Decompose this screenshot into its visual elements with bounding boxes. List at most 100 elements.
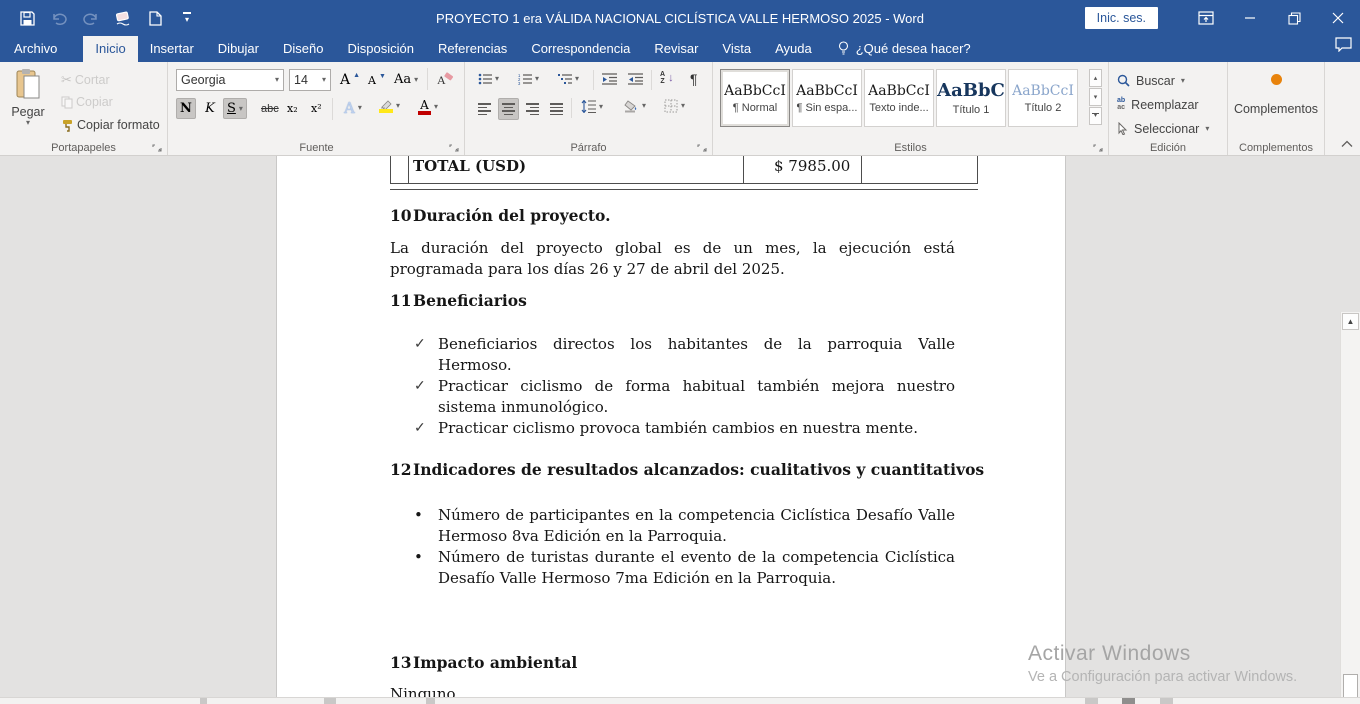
grow-font-button[interactable]: A▲ [337, 70, 363, 90]
italic-button[interactable]: K [201, 99, 219, 118]
list-item[interactable]: ✓Practicar ciclismo provoca también camb… [438, 418, 955, 439]
justify-button[interactable] [547, 99, 566, 119]
parrafo-dialog-launcher-icon[interactable] [697, 141, 709, 153]
addin-dot-icon [1271, 74, 1282, 85]
paragraph-duracion[interactable]: La duración del proyecto global es de un… [390, 238, 955, 280]
styles-scroll-down-button[interactable]: ▾ [1089, 88, 1102, 106]
fuente-dialog-launcher-icon[interactable] [449, 141, 461, 153]
style-label: Título 1 [953, 104, 990, 116]
view-read-mode-button[interactable] [1085, 698, 1098, 704]
section-heading-10[interactable]: 10Duración del proyecto. [390, 206, 955, 225]
view-print-layout-button[interactable] [1122, 698, 1135, 704]
tab-ayuda[interactable]: Ayuda [763, 36, 824, 62]
multilevel-list-button[interactable]: ▾ [555, 71, 582, 87]
section-heading-13[interactable]: 13Impacto ambiental [390, 653, 955, 672]
style-titulo-2[interactable]: AaBbCcI Título 2 [1008, 69, 1078, 127]
scrollbar-thumb[interactable] [1343, 674, 1358, 697]
paragraph-ninguno[interactable]: Ninguno. [390, 684, 955, 697]
vertical-scrollbar[interactable]: ▲ ▼ [1340, 312, 1360, 697]
decrease-indent-button[interactable] [599, 71, 620, 87]
tab-archivo[interactable]: Archivo [0, 36, 69, 62]
copy-button[interactable]: Copiar [58, 93, 116, 111]
styles-gallery-more-button[interactable]: ▾ [1089, 107, 1102, 125]
bullets-button[interactable]: ▾ [475, 71, 502, 87]
estilos-dialog-launcher-icon[interactable] [1093, 141, 1105, 153]
styles-scroll-up-button[interactable]: ▴ [1089, 69, 1102, 87]
increase-indent-button[interactable] [625, 71, 646, 87]
highlight-color-button[interactable]: ▾ [376, 97, 403, 115]
scroll-up-button[interactable]: ▲ [1342, 313, 1359, 330]
tell-me-box[interactable]: ¿Qué desea hacer? [824, 36, 981, 62]
list-item[interactable]: ✓Practicar ciclismo de forma habitual ta… [438, 376, 955, 418]
ribbon-display-options-icon[interactable] [1184, 0, 1228, 36]
customize-qat-icon[interactable]: ▾ [178, 9, 196, 27]
borders-button[interactable]: ▾ [661, 97, 688, 115]
change-case-button[interactable]: Aa▾ [391, 70, 421, 89]
tab-diseno[interactable]: Diseño [271, 36, 335, 62]
section-heading-11[interactable]: 11Beneficiarios [390, 291, 955, 310]
tab-inicio[interactable]: Inicio [83, 36, 137, 62]
new-document-icon[interactable] [146, 9, 164, 27]
list-item[interactable]: •Número de turistas durante el evento de… [438, 547, 955, 589]
sign-in-button[interactable]: Inic. ses. [1085, 7, 1158, 29]
comments-icon[interactable] [1335, 37, 1352, 62]
align-left-button[interactable] [475, 99, 494, 119]
style-titulo-1[interactable]: AaBbC Título 1 [936, 69, 1006, 127]
tab-insertar[interactable]: Insertar [138, 36, 206, 62]
text-effects-button[interactable]: A▾ [341, 97, 365, 119]
style-normal[interactable]: AaBbCcI ¶ Normal [720, 69, 790, 127]
section-heading-12[interactable]: 12Indicadores de resultados alcanzados: … [390, 460, 955, 479]
tab-disposicion[interactable]: Disposición [335, 36, 425, 62]
redo-icon[interactable] [82, 9, 100, 27]
list-item[interactable]: ✓Beneficiarios directos los habitantes d… [438, 334, 955, 376]
minimize-button[interactable] [1228, 0, 1272, 36]
tab-vista[interactable]: Vista [710, 36, 763, 62]
shading-button[interactable]: ▾ [620, 97, 649, 115]
style-sin-espaciado[interactable]: AaBbCcI ¶ Sin espa... [792, 69, 862, 127]
find-button[interactable]: Buscar ▾ [1109, 70, 1227, 91]
addins-button[interactable]: Complementos [1228, 72, 1324, 116]
draw-eraser-icon[interactable] [114, 9, 132, 27]
collapse-ribbon-icon[interactable] [1341, 139, 1353, 151]
document-page[interactable]: TOTAL (USD) $ 7985.00 10Duración del pro… [276, 156, 1066, 697]
clear-formatting-button[interactable]: A [434, 70, 456, 89]
align-center-button[interactable] [498, 98, 519, 120]
tab-referencias[interactable]: Referencias [426, 36, 519, 62]
portapapeles-dialog-launcher-icon[interactable] [152, 141, 164, 153]
font-color-button[interactable]: A ▾ [415, 97, 441, 117]
tab-dibujar[interactable]: Dibujar [206, 36, 271, 62]
strikethrough-button[interactable]: abc [258, 101, 282, 117]
heading-number: 13 [390, 653, 413, 672]
font-size-combobox[interactable]: 14▾ [289, 69, 331, 91]
underline-button[interactable]: S▾ [223, 98, 247, 119]
numbering-button[interactable]: 123▾ [515, 71, 542, 87]
sort-button[interactable]: AZ↓ [657, 69, 677, 87]
budget-table-fragment[interactable]: TOTAL (USD) $ 7985.00 [277, 156, 1065, 190]
align-right-button[interactable] [523, 99, 542, 119]
shrink-font-button[interactable]: A▼ [365, 72, 389, 89]
restore-button[interactable] [1272, 0, 1316, 36]
tab-revisar[interactable]: Revisar [642, 36, 710, 62]
bold-button[interactable]: N [176, 98, 196, 119]
superscript-button[interactable]: x² [308, 100, 325, 117]
select-button[interactable]: Seleccionar ▾ [1109, 118, 1227, 139]
undo-icon[interactable] [50, 9, 68, 27]
tab-correspondencia[interactable]: Correspondencia [519, 36, 642, 62]
subscript-button[interactable]: x₂ [284, 100, 301, 117]
replace-button[interactable]: ab ac Reemplazar [1109, 94, 1227, 115]
list-item[interactable]: •Número de participantes en la competenc… [438, 505, 955, 547]
format-painter-button[interactable]: Copiar formato [58, 116, 163, 134]
paste-button[interactable]: Pegar ▾ [8, 68, 48, 127]
bullet-list[interactable]: •Número de participantes en la competenc… [277, 505, 955, 589]
font-family-value: Georgia [181, 73, 225, 87]
check-list[interactable]: ✓Beneficiarios directos los habitantes d… [277, 334, 955, 439]
line-spacing-button[interactable]: ▾ [578, 98, 606, 115]
cut-button[interactable]: ✂ Cortar [58, 70, 113, 90]
show-formatting-marks-button[interactable]: ¶ [687, 69, 701, 89]
view-web-layout-button[interactable] [1160, 698, 1173, 704]
style-label: Título 2 [1025, 102, 1062, 114]
close-button[interactable] [1316, 0, 1360, 36]
font-family-combobox[interactable]: Georgia▾ [176, 69, 284, 91]
save-icon[interactable] [18, 9, 36, 27]
style-texto-independiente[interactable]: AaBbCcI Texto inde... [864, 69, 934, 127]
